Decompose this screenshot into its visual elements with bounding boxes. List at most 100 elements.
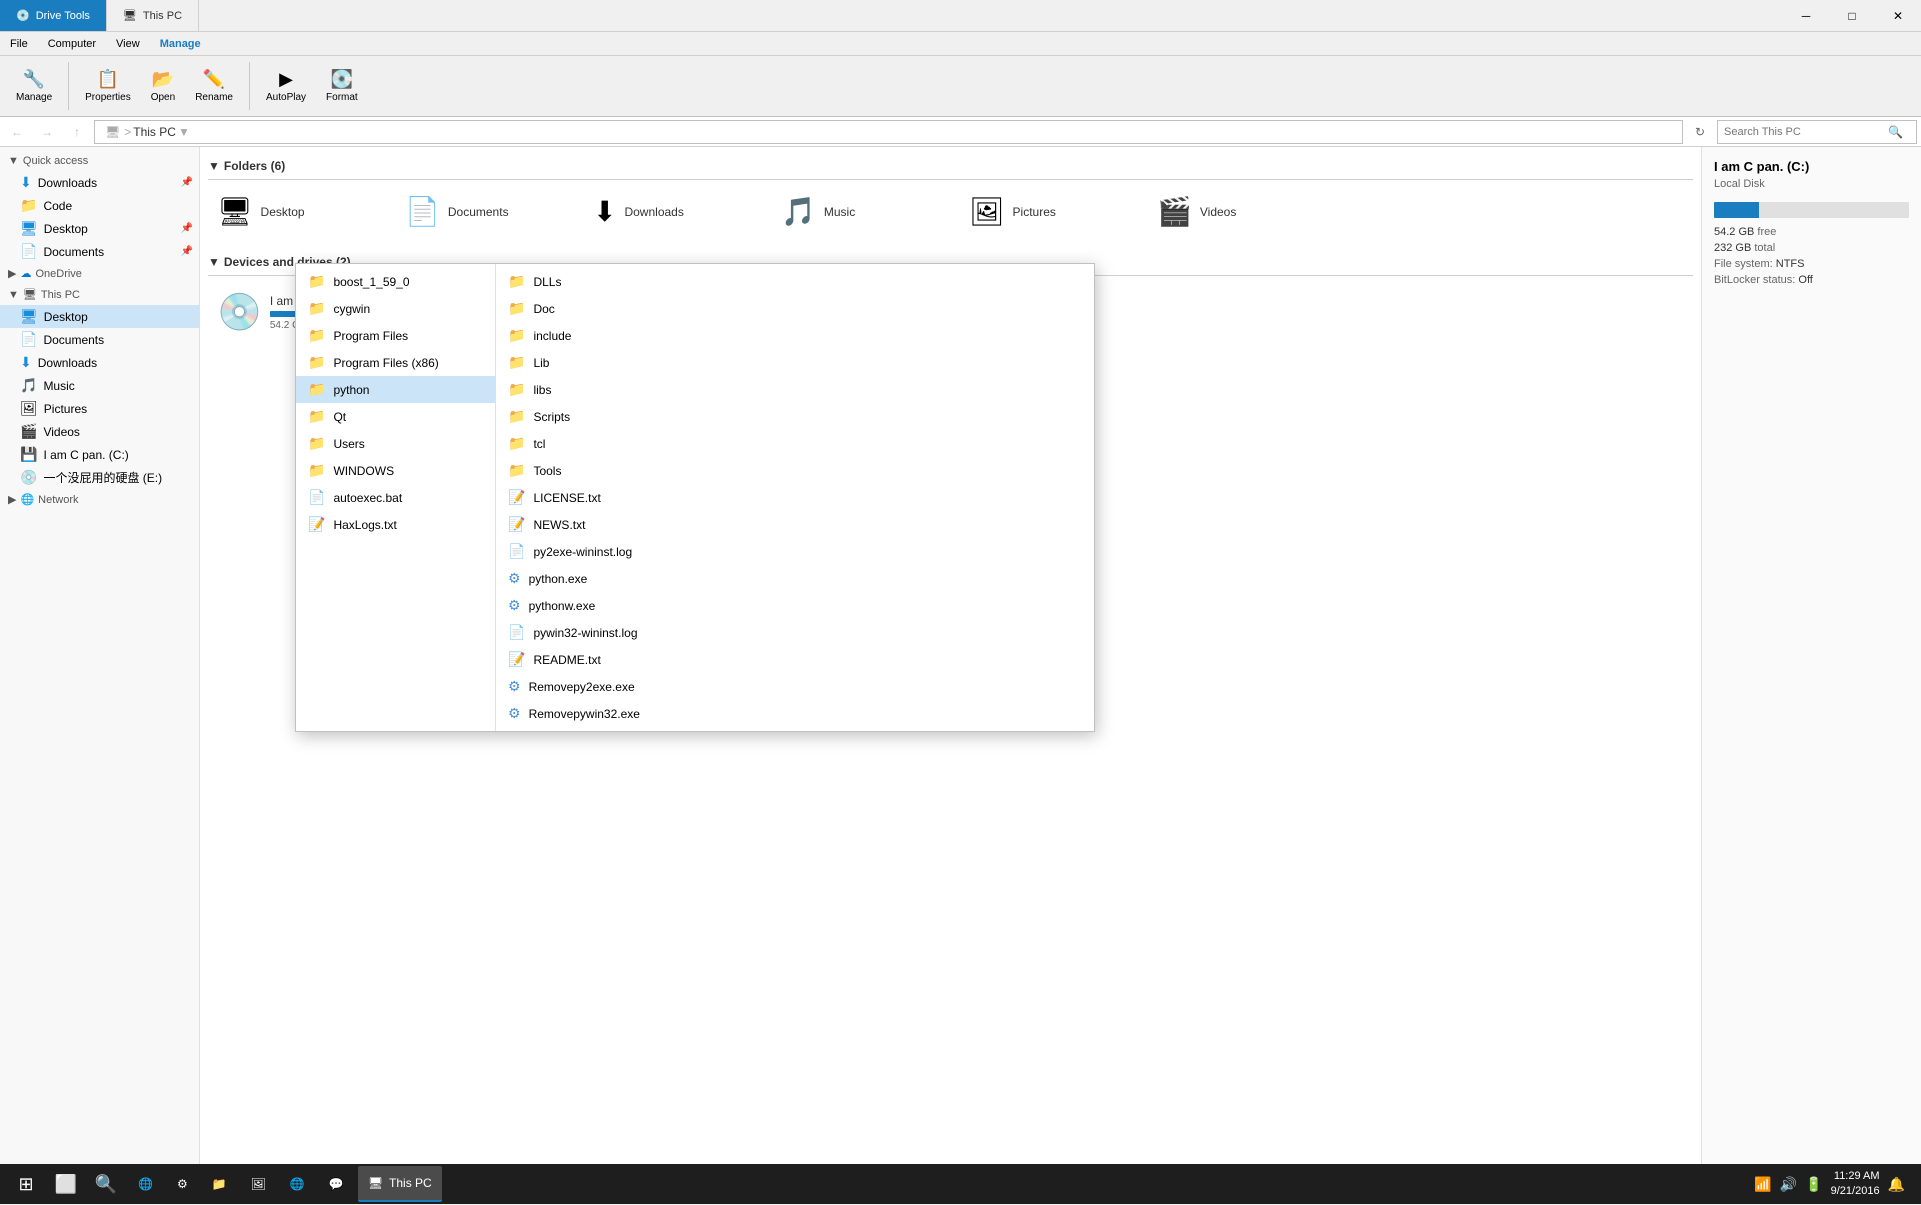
details-bar-fill — [1714, 202, 1759, 218]
tab-drive-tools[interactable]: 💿 Drive Tools — [0, 0, 107, 31]
start-button[interactable]: ⊞ — [8, 1166, 44, 1202]
settings-icon: ⚙ — [177, 1177, 188, 1191]
popup-file-haxlogs[interactable]: 📝 HaxLogs.txt — [296, 511, 495, 538]
taskbar-clock[interactable]: 11:29 AM 9/21/2016 — [1831, 1169, 1880, 1200]
pin-icon-2: 📌 — [181, 223, 193, 234]
folder-videos[interactable]: 🎬 Videos — [1148, 188, 1328, 235]
ribbon-manage-btn[interactable]: 🔧 Manage — [8, 65, 60, 107]
popup-folder-doc[interactable]: 📁 Doc — [496, 295, 1094, 322]
taskbar-msg[interactable]: 💬 — [319, 1166, 354, 1202]
popup-file-license[interactable]: 📝 LICENSE.txt — [496, 484, 1094, 511]
popup-folder-lib[interactable]: 📁 Lib — [496, 349, 1094, 376]
folder-pictures-icon: 🖼 — [969, 195, 1005, 228]
sidebar-item-desktop-quick[interactable]: 🖥 Desktop 📌 — [0, 217, 199, 240]
popup-folder-libs[interactable]: 📁 libs — [496, 376, 1094, 403]
sidebar-item-c-drive[interactable]: 💾 I am C pan. (C:) — [0, 443, 199, 466]
popup-folder-dlls[interactable]: 📁 DLLs — [496, 268, 1094, 295]
details-bitlocker: BitLocker status: Off — [1714, 274, 1909, 286]
popup-file-python-exe[interactable]: ⚙ python.exe — [496, 565, 1094, 592]
ribbon-rename-btn[interactable]: ✏️ Rename — [187, 65, 241, 107]
ribbon-properties-btn[interactable]: 📋 Properties — [77, 65, 139, 107]
popup-folder-cygwin[interactable]: 📁 cygwin — [296, 295, 495, 322]
sidebar-item-code[interactable]: 📁 Code — [0, 194, 199, 217]
menu-view[interactable]: View — [106, 32, 150, 55]
popup-folder-python[interactable]: 📁 python — [296, 376, 495, 403]
popup-file-removepy2exe[interactable]: ⚙ Removepy2exe.exe — [496, 673, 1094, 700]
ribbon-format-btn[interactable]: 💽 Format — [318, 65, 366, 107]
sidebar-item-downloads-pc[interactable]: ⬇ Downloads — [0, 351, 199, 374]
folder-pf-icon: 📁 — [308, 327, 325, 344]
desktop-nav-icon: 🖥 — [20, 308, 38, 325]
chevron-right-icon-3: ▼ — [8, 289, 19, 301]
popup-file-news[interactable]: 📝 NEWS.txt — [496, 511, 1094, 538]
search-box[interactable]: 🔍 — [1717, 120, 1917, 144]
sidebar-item-this-pc[interactable]: 🖥 Desktop — [0, 305, 199, 328]
popup-folder-scripts[interactable]: 📁 Scripts — [496, 403, 1094, 430]
popup-file-pythonw-exe[interactable]: ⚙ pythonw.exe — [496, 592, 1094, 619]
address-input[interactable]: 🖥 > This PC ▼ — [94, 120, 1683, 144]
popup-file-pywin32-log[interactable]: 📄 pywin32-wininst.log — [496, 619, 1094, 646]
refresh-button[interactable]: ↻ — [1687, 120, 1713, 144]
taskbar-photos[interactable]: 🖼 — [241, 1166, 276, 1202]
sidebar-item-documents-pc[interactable]: 📄 Documents — [0, 328, 199, 351]
sidebar-item-documents-quick[interactable]: 📄 Documents 📌 — [0, 240, 199, 263]
sidebar-item-pictures[interactable]: 🖼 Pictures — [0, 397, 199, 420]
popup-folder-boost[interactable]: 📁 boost_1_59_0 — [296, 268, 495, 295]
pin-icon-3: 📌 — [181, 246, 193, 257]
maximize-button[interactable]: □ — [1829, 0, 1875, 32]
ribbon-open-btn[interactable]: 📂 Open — [143, 65, 183, 107]
folder-desktop[interactable]: 🖥 Desktop — [208, 188, 388, 235]
search-input[interactable] — [1724, 126, 1884, 138]
sidebar-item-downloads-quick[interactable]: ⬇ Downloads 📌 — [0, 171, 199, 194]
menu-manage[interactable]: Manage — [150, 32, 211, 55]
close-button[interactable]: ✕ — [1875, 0, 1921, 32]
cortana-button[interactable]: 🔍 — [88, 1166, 124, 1202]
onedrive-icon: ☁ — [20, 267, 31, 280]
back-button[interactable]: ← — [4, 120, 30, 144]
menu-computer[interactable]: Computer — [38, 32, 106, 55]
popup-folder-include[interactable]: 📁 include — [496, 322, 1094, 349]
ribbon-autoplay-btn[interactable]: ▶ AutoPlay — [258, 65, 314, 107]
popup-folder-users[interactable]: 📁 Users — [296, 430, 495, 457]
popup-folder-tcl[interactable]: 📁 tcl — [496, 430, 1094, 457]
minimize-button[interactable]: ─ — [1783, 0, 1829, 32]
popup-folder-program-files[interactable]: 📁 Program Files — [296, 322, 495, 349]
popup-file-removepywin32[interactable]: ⚙ Removepywin32.exe — [496, 700, 1094, 727]
folder-music[interactable]: 🎵 Music — [772, 188, 952, 235]
up-button[interactable]: ↑ — [64, 120, 90, 144]
taskbar-network-icon[interactable]: 📶 — [1754, 1176, 1771, 1193]
ribbon-separator-2 — [249, 62, 250, 110]
sidebar-item-e-drive[interactable]: 💿 一个没屁用的硬盘 (E:) — [0, 466, 199, 489]
task-view-button[interactable]: ⬜ — [48, 1166, 84, 1202]
folders-divider — [208, 179, 1693, 180]
quick-access-header[interactable]: ▼ Quick access — [0, 151, 199, 171]
forward-button[interactable]: → — [34, 120, 60, 144]
popup-folder-windows[interactable]: 📁 WINDOWS — [296, 457, 495, 484]
taskbar-volume-icon[interactable]: 🔊 — [1780, 1176, 1797, 1193]
menu-file[interactable]: File — [0, 32, 38, 55]
folder-python-icon: 📁 — [308, 381, 325, 398]
tab-this-pc[interactable]: 🖥 This PC — [107, 0, 199, 31]
sidebar-item-videos[interactable]: 🎬 Videos — [0, 420, 199, 443]
taskbar-explorer[interactable]: 🖥 This PC — [358, 1166, 442, 1202]
popup-folder-program-files-x86[interactable]: 📁 Program Files (x86) — [296, 349, 495, 376]
folders-section-header[interactable]: ▼ Folders (6) — [208, 155, 1693, 179]
popup-file-py2exe-log[interactable]: 📄 py2exe-wininst.log — [496, 538, 1094, 565]
popup-folder-qt[interactable]: 📁 Qt — [296, 403, 495, 430]
popup-file-readme[interactable]: 📝 README.txt — [496, 646, 1094, 673]
taskbar-notification-icon[interactable]: 🔔 — [1888, 1176, 1905, 1193]
folder-pictures[interactable]: 🖼 Pictures — [960, 188, 1140, 235]
taskbar-battery-icon[interactable]: 🔋 — [1805, 1176, 1822, 1193]
taskbar-settings[interactable]: ⚙ — [167, 1166, 198, 1202]
popup-folder-tools[interactable]: 📁 Tools — [496, 457, 1094, 484]
network-header[interactable]: ▶ 🌐 Network — [0, 489, 199, 510]
folder-downloads[interactable]: ⬇ Downloads — [584, 188, 764, 235]
sidebar-item-music[interactable]: 🎵 Music — [0, 374, 199, 397]
folder-documents[interactable]: 📄 Documents — [396, 188, 576, 235]
taskbar-chrome[interactable]: 🌐 — [280, 1166, 315, 1202]
onedrive-header[interactable]: ▶ ☁ OneDrive — [0, 263, 199, 284]
taskbar-files[interactable]: 📁 — [202, 1166, 237, 1202]
popup-file-autoexec[interactable]: 📄 autoexec.bat — [296, 484, 495, 511]
taskbar-ie[interactable]: 🌐 — [128, 1166, 163, 1202]
this-pc-header[interactable]: ▼ 🖥 This PC — [0, 284, 199, 305]
